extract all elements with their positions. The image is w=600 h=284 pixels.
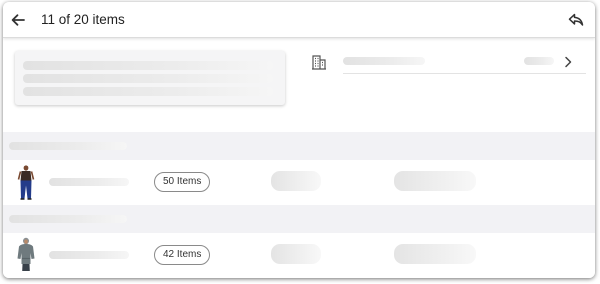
top-bar: 11 of 20 items <box>3 2 595 38</box>
skeleton-block <box>394 171 476 191</box>
page-title: 11 of 20 items <box>41 12 125 27</box>
skeleton-line <box>9 215 127 223</box>
building-icon <box>312 55 326 70</box>
skeleton-line <box>524 57 554 65</box>
item-count-badge[interactable]: 50 Items <box>154 172 211 192</box>
skeleton-line <box>23 74 273 83</box>
skeleton-line <box>23 61 273 70</box>
hoodie-product-thumbnail <box>17 237 35 271</box>
list-item[interactable]: 50 Items <box>3 160 595 205</box>
skeleton-line <box>49 251 129 259</box>
skeleton-block <box>394 244 476 264</box>
divider <box>343 73 586 74</box>
skeleton-line <box>49 178 129 186</box>
skeleton-line <box>9 142 127 150</box>
arrow-left-icon[interactable] <box>9 11 27 29</box>
skeleton-block <box>271 171 321 191</box>
group-header <box>3 132 595 160</box>
summary-card <box>15 51 285 105</box>
reply-icon[interactable] <box>567 11 585 29</box>
item-count-badge[interactable]: 42 Items <box>154 245 211 265</box>
skeleton-line <box>23 87 273 96</box>
item-detail-panel: 11 of 20 items 50 Items 42 Items <box>3 2 595 278</box>
group-header <box>3 205 595 233</box>
list-item[interactable]: 42 Items <box>3 233 595 278</box>
chevron-right-icon[interactable] <box>562 55 574 69</box>
skeleton-line <box>343 57 425 65</box>
jeans-product-thumbnail <box>17 165 35 200</box>
skeleton-block <box>271 244 321 264</box>
